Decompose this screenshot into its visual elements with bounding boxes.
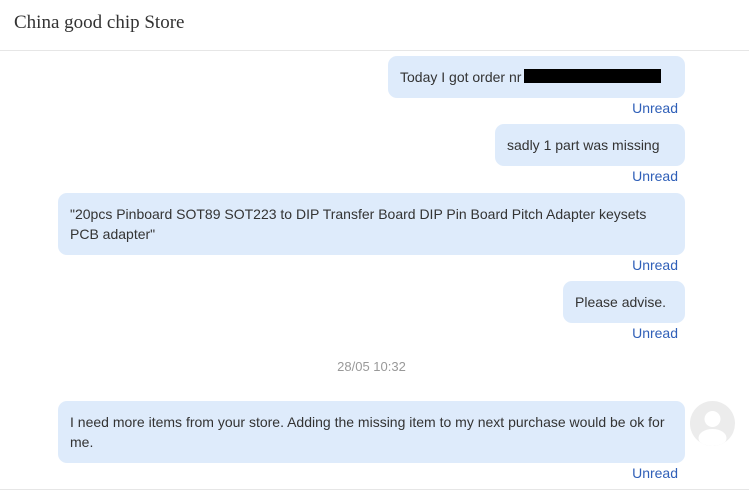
message-text: Please advise. — [575, 294, 667, 310]
message-text: Today I got order nr — [400, 69, 522, 85]
unread-status[interactable]: Unread — [632, 465, 678, 481]
redacted-order-number — [524, 69, 662, 83]
store-name[interactable]: China good chip Store — [14, 12, 184, 34]
message-text: "20pcs Pinboard SOT89 SOT223 to DIP Tran… — [70, 206, 647, 242]
unread-status[interactable]: Unread — [632, 100, 678, 116]
message-text: sadly 1 part was missing — [507, 137, 660, 153]
message-bubble: Today I got order nr — [388, 56, 685, 98]
user-avatar-icon[interactable] — [690, 401, 735, 446]
message-bubble: Please advise. — [563, 281, 685, 323]
chat-header: China good chip Store — [0, 0, 749, 51]
message-bubble: I need more items from your store. Addin… — [58, 401, 685, 463]
divider — [0, 489, 749, 490]
message-bubble: "20pcs Pinboard SOT89 SOT223 to DIP Tran… — [58, 193, 685, 255]
unread-status[interactable]: Unread — [632, 168, 678, 184]
unread-status[interactable]: Unread — [632, 325, 678, 341]
message-text: I need more items from your store. Addin… — [70, 414, 665, 450]
message-timestamp: 28/05 10:32 — [337, 359, 406, 374]
message-bubble: sadly 1 part was missing — [495, 124, 685, 166]
unread-status[interactable]: Unread — [632, 257, 678, 273]
user-silhouette-icon — [698, 411, 727, 446]
